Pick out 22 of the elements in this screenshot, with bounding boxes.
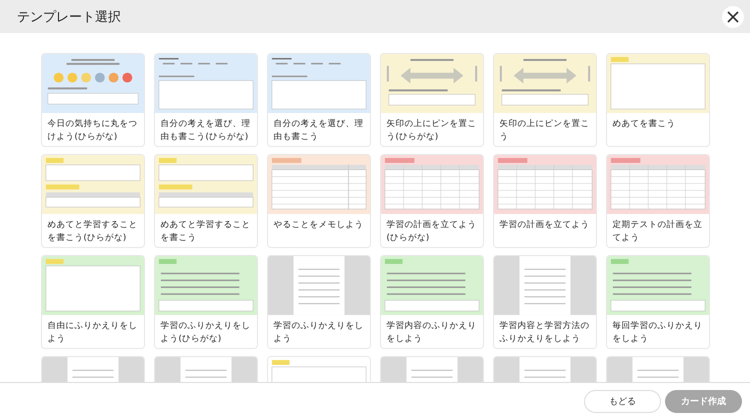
footer-button[interactable]: もどる: [584, 390, 661, 413]
close-button[interactable]: [722, 6, 744, 28]
template-card[interactable]: 自由にふりかえりをしよう: [40, 255, 144, 349]
template-card[interactable]: 今日の気持ちに丸をつけよう(ひらがな): [40, 53, 144, 147]
close-icon: [727, 10, 739, 22]
template-card[interactable]: 学習内容と学習方法のふりかえりをしよう: [492, 255, 596, 349]
template-card[interactable]: 学習内容のふりかえりをしよう: [380, 255, 484, 349]
template-card[interactable]: めあてと学習することを書こう: [154, 154, 258, 248]
template-card[interactable]: めあてと学習することを書こう(ひらがな): [40, 154, 144, 248]
template-card[interactable]: 学習のふりかえりをしよう(ひらがな): [154, 255, 258, 349]
template-card[interactable]: 毎回学習のふりかえりをしよう: [606, 255, 710, 349]
template-card[interactable]: 定期テストの計画を立てよう: [606, 154, 710, 248]
window-title: テンプレート選択: [17, 8, 121, 26]
template-card[interactable]: 学習のふりかえりをしよう: [266, 255, 370, 349]
template-card[interactable]: 矢印の上にピンを置こう: [492, 53, 596, 147]
template-card[interactable]: 矢印の上にピンを置こう(ひらがな): [380, 53, 484, 147]
template-card[interactable]: 自分の考えを選び、理由も書こう: [266, 53, 370, 147]
template-card[interactable]: 自分の考えを選び、理由も書こう(ひらがな): [154, 53, 258, 147]
template-card[interactable]: 学習の計画を立てよう(ひらがな): [380, 154, 484, 248]
template-card[interactable]: めあてを書こう: [606, 53, 710, 147]
template-card[interactable]: 学習の計画を立てよう: [492, 154, 596, 248]
template-card[interactable]: やることをメモしよう: [266, 154, 370, 248]
